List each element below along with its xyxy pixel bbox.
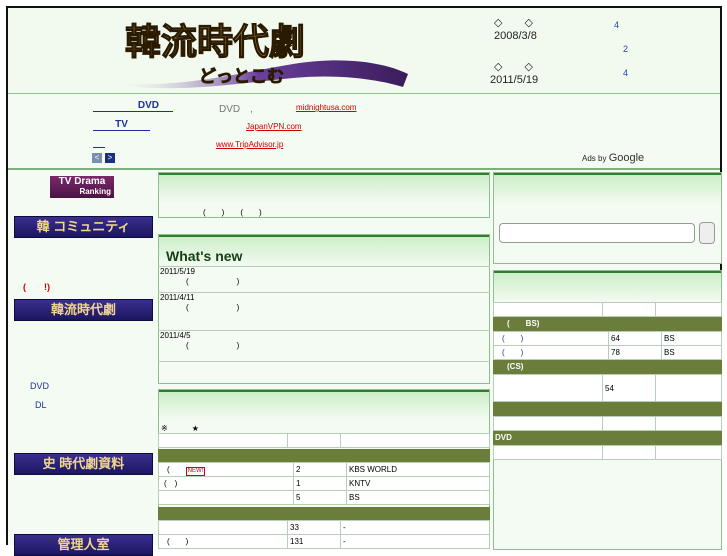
diamond-markers: ◇ ◇ [494,61,533,73]
date-label: 2008/3/8 [494,30,537,42]
notice-text: ( !) [23,282,50,292]
broadcast-table [158,433,490,448]
table-row[interactable]: ( ) 78 BS [493,345,722,360]
table-row[interactable]: 5 BS [158,490,490,505]
section-bar [158,449,490,462]
count-link[interactable]: 4 [614,20,619,30]
box-header [159,390,489,420]
dvd-link[interactable]: DVD [30,381,49,391]
top-row-text: ( ) ( ) [203,208,262,217]
schedule-table [493,302,722,317]
table-row[interactable]: 54 [493,374,722,402]
ad-link[interactable] [93,137,105,148]
count-link[interactable]: 2 [623,44,628,54]
svg-text:どっとこむ: どっとこむ [199,67,284,87]
box-header [494,173,721,205]
ad-site-link[interactable]: midnightusa.com [296,103,356,112]
news-item[interactable]: 2011/5/19 ( ) [158,266,490,293]
date-label: 2011/5/19 [490,74,539,86]
schedule-table: 54 [493,374,722,402]
table-row[interactable]: ( ) 131 - [158,534,490,549]
section-bar-dvd: DVD [493,431,722,445]
ads-prev-button[interactable]: < [92,153,102,163]
diamond-markers: ◇ ◇ [494,17,533,29]
ad-link-dvd[interactable]: DVD [93,100,173,112]
ad-site-link[interactable]: JapanVPN.com [246,122,302,131]
count-link[interactable]: 4 [623,68,628,78]
svg-text:韓流時代劇: 韓流時代劇 [125,21,305,63]
box-header [494,271,721,303]
search-box [493,172,722,264]
ad-text: DVD , [219,104,253,115]
broadcast-table: ( NEW! 2 KBS WORLD ( ) 1 KNTV 5 BS [158,462,490,505]
ads-by-google[interactable]: Ads by Google [582,152,644,164]
whats-new-title: What's new [166,248,243,264]
community-banner[interactable]: 韓 コミュニティ [14,216,153,238]
left-sidebar: TV Drama Ranking 韓 コミュニティ ( !) 韓流時代劇 DVD… [8,170,156,556]
kanrinin-banner[interactable]: 管理人室 [14,534,153,556]
table-row[interactable]: ( ) 1 KNTV [158,476,490,491]
ads-next-button[interactable]: > [105,153,115,163]
search-input[interactable] [499,223,695,243]
tv-drama-ranking-banner[interactable]: TV Drama Ranking [50,176,114,198]
table-row[interactable]: ( ) 64 BS [493,331,722,346]
schedule-table: ( ) 64 BS ( ) 78 BS [493,331,722,360]
box-header [159,173,489,203]
ad-link-tv[interactable]: TV [93,119,150,131]
dl-link[interactable]: DL [35,400,47,410]
new-badge: NEW! [185,466,206,476]
ad-bar: DVD DVD , midnightusa.com TV JapanVPN.co… [8,94,720,170]
schedule-table [493,445,722,460]
news-item[interactable]: 2011/4/5 ( ) [158,330,490,362]
site-header: 韓流時代劇 どっとこむ ◇ ◇ 2008/3/8 4 2 ◇ ◇ 2011/5/… [8,8,720,94]
middle-top-box: ( ) ( ) [158,172,490,218]
site-logo[interactable]: 韓流時代劇 どっとこむ [103,12,413,94]
section-bar-bs: ( BS) [493,317,722,331]
table-row[interactable]: ( NEW! 2 KBS WORLD [158,462,490,477]
section-bar-cs: (CS) [493,360,722,374]
schedule-table [493,416,722,431]
section-bar [158,507,490,520]
table-row[interactable]: 33 - [158,520,490,535]
ad-site-link[interactable]: www.TripAdvisor.jp [216,140,283,149]
search-button[interactable] [699,222,715,244]
news-item[interactable]: 2011/4/11 ( ) [158,292,490,331]
jidaigeki-shiryo-banner[interactable]: 史 時代劇資料 [14,453,153,475]
section-bar [493,402,722,416]
kanryu-jidaigeki-banner[interactable]: 韓流時代劇 [14,299,153,321]
update-dates: ◇ ◇ 2008/3/8 4 2 ◇ ◇ 2011/5/19 4 [486,8,727,93]
